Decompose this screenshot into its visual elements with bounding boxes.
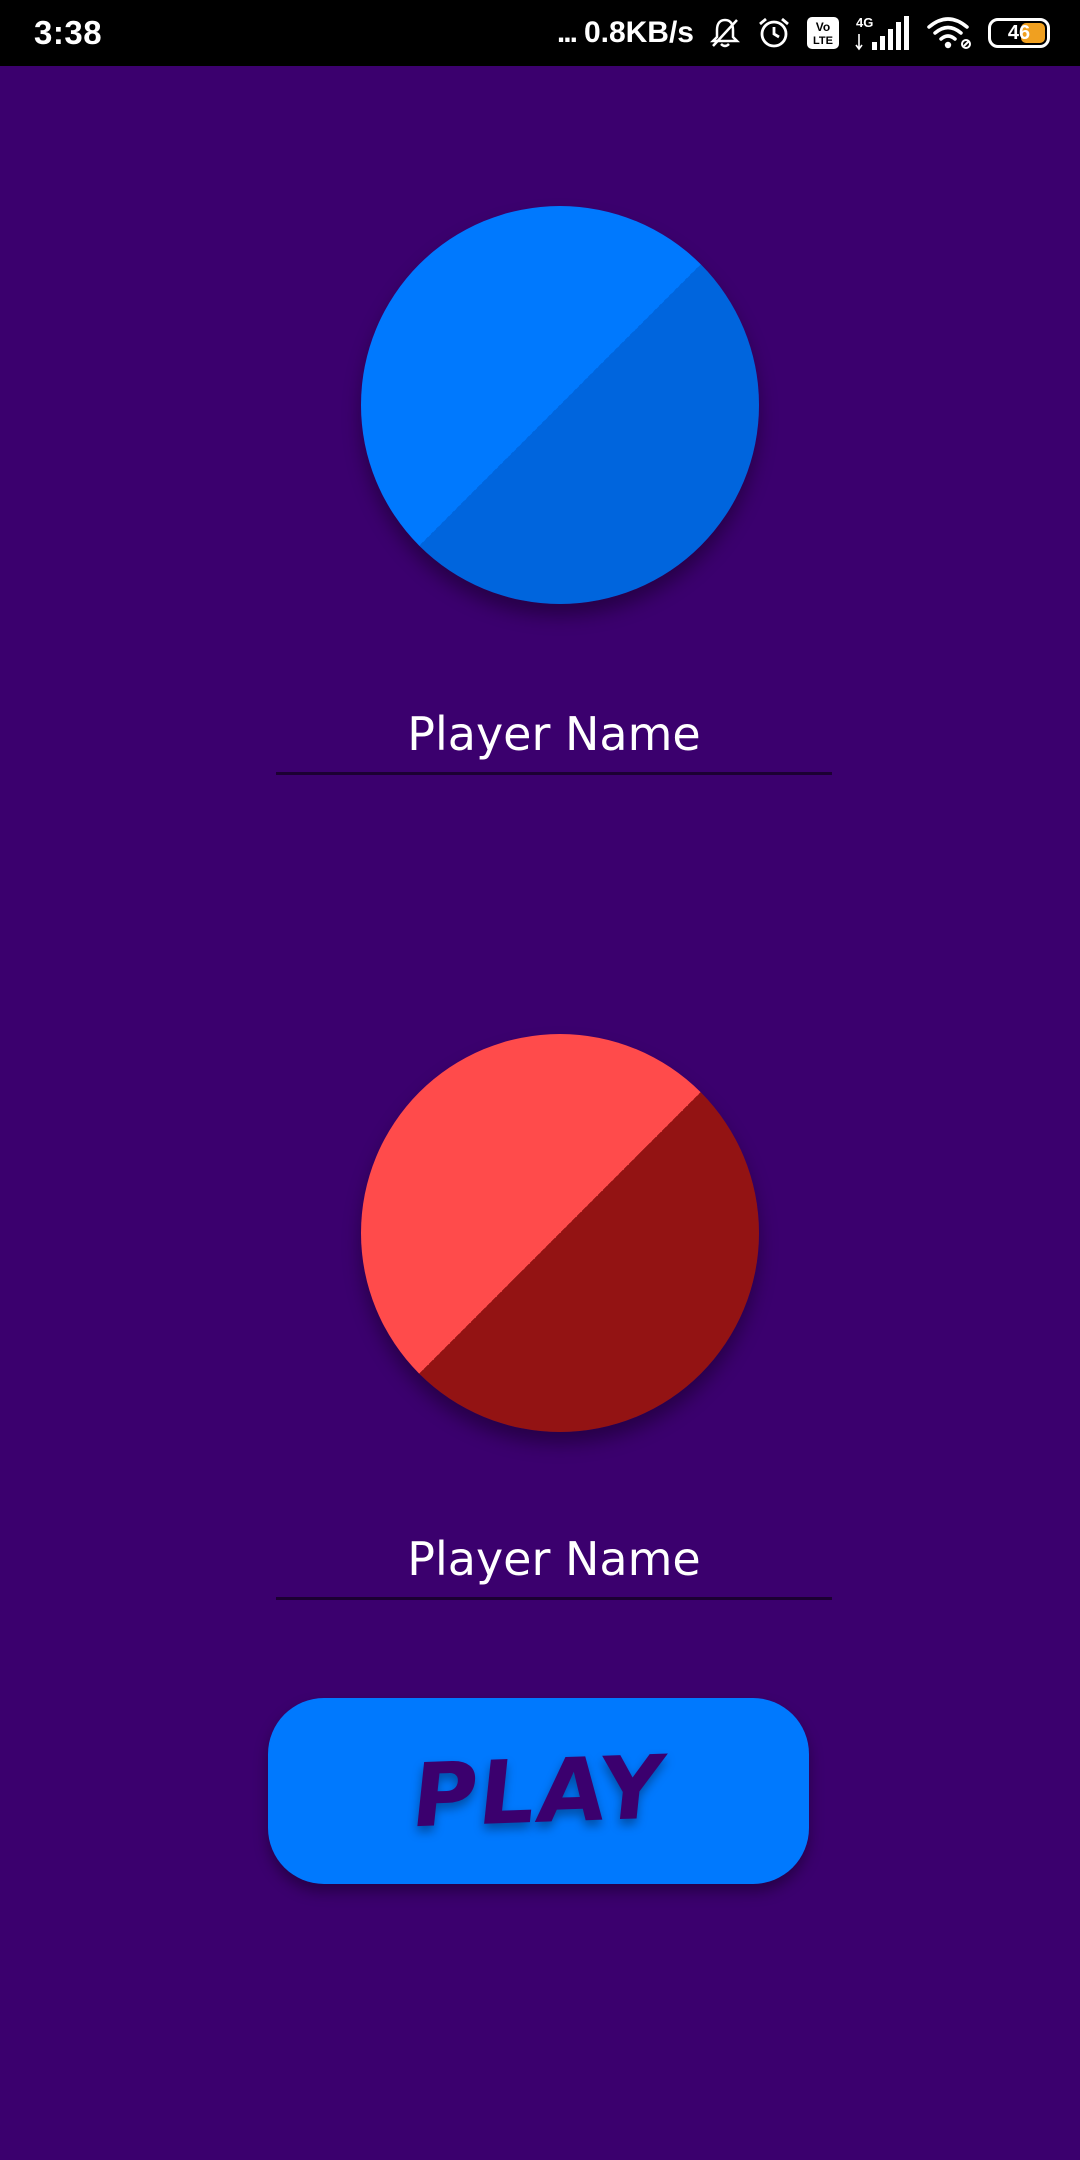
wifi-icon	[926, 15, 974, 51]
bell-muted-icon	[708, 16, 742, 50]
play-button[interactable]: PLAY	[268, 1698, 809, 1884]
game-setup-screen: 3:38 ... 0.8KB/s Vo LTE 4G 46 Player Nam…	[0, 0, 1080, 2160]
player-2-name-field	[276, 1520, 832, 1600]
network-type-label: 4G	[856, 15, 873, 30]
alarm-icon	[756, 15, 792, 51]
signal-icon: 4G	[854, 14, 912, 52]
player-1-name-field	[276, 695, 832, 775]
player-1-disc[interactable]	[361, 206, 759, 604]
status-icons: ... 0.8KB/s Vo LTE 4G 46	[557, 14, 1050, 52]
more-notifications-indicator: ...	[556, 16, 578, 49]
volte-text-top: Vo	[816, 20, 830, 34]
status-bar: 3:38 ... 0.8KB/s Vo LTE 4G 46	[0, 0, 1080, 66]
volte-icon: Vo LTE	[806, 16, 840, 50]
battery-level: 46	[1007, 21, 1031, 44]
player-2-disc[interactable]	[361, 1034, 759, 1432]
player-1-name-input[interactable]	[276, 695, 832, 772]
player-2-name-input[interactable]	[276, 1520, 832, 1597]
play-button-label: PLAY	[406, 1735, 671, 1847]
battery-icon: 46	[988, 18, 1050, 48]
network-speed: 0.8KB/s	[583, 16, 694, 49]
volte-text-bottom: LTE	[813, 35, 833, 47]
status-time: 3:38	[34, 14, 103, 51]
